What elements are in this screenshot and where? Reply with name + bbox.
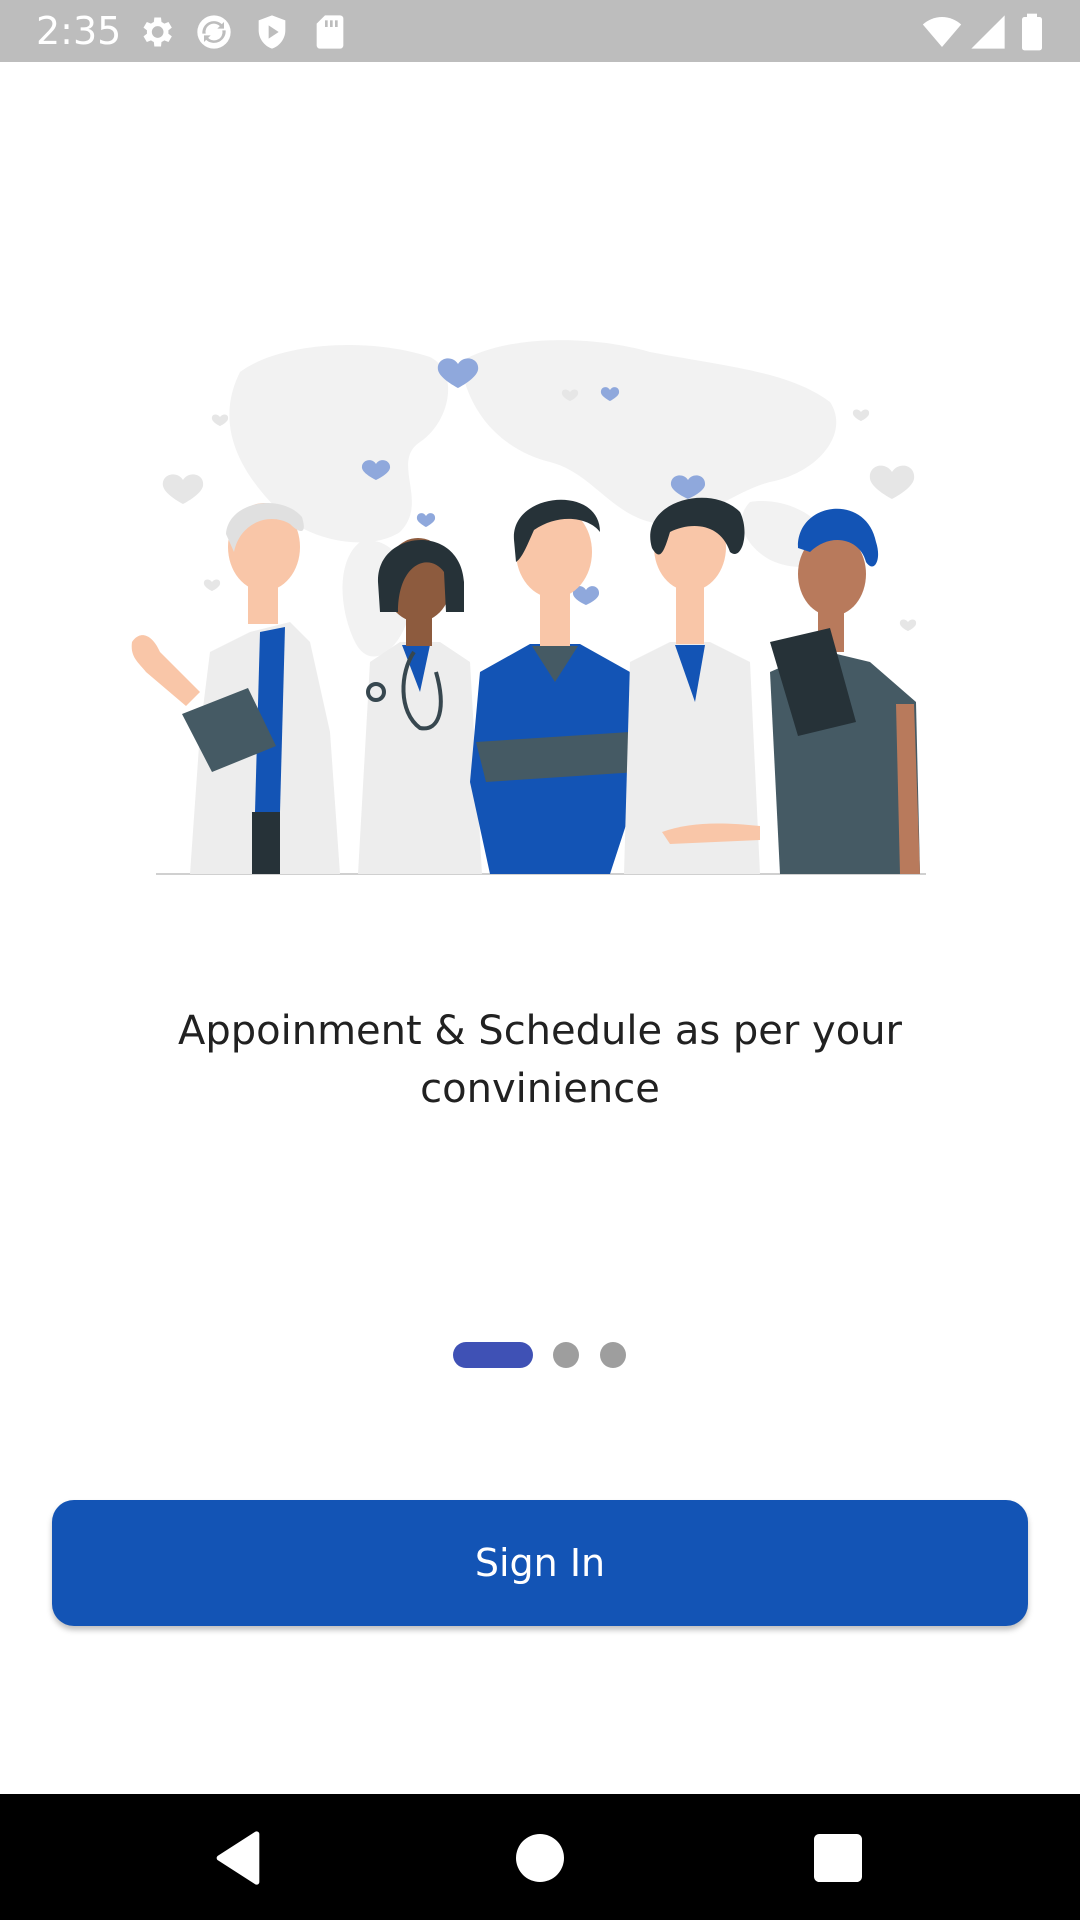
gear-icon	[143, 17, 172, 47]
page-indicator-dot[interactable]	[553, 1342, 579, 1368]
back-icon[interactable]	[206, 1826, 270, 1890]
doctor-figure-1	[131, 502, 340, 874]
page-indicator-dot[interactable]	[600, 1342, 626, 1368]
sync-icon	[197, 15, 231, 49]
world-map-shape	[229, 340, 837, 657]
sd-card-icon	[316, 15, 344, 49]
cell-signal-icon	[971, 15, 1005, 49]
doctor-figure-4	[624, 497, 760, 874]
shield-play-icon	[258, 15, 286, 49]
sign-in-button[interactable]: Sign In	[52, 1500, 1028, 1626]
page-indicator-dot-active[interactable]	[453, 1342, 533, 1368]
home-icon[interactable]	[508, 1826, 572, 1890]
recents-icon[interactable]	[806, 1826, 870, 1890]
medical-staff-illustration	[131, 340, 926, 875]
battery-icon	[1022, 13, 1042, 51]
doctor-figure-3	[470, 499, 640, 874]
onboarding-screen: Appoinment & Schedule as per your convin…	[0, 62, 1080, 1794]
wifi-icon	[922, 17, 962, 47]
system-nav-bar	[0, 1794, 1080, 1920]
page-indicator	[453, 1342, 653, 1368]
onboarding-headline: Appoinment & Schedule as per your convin…	[177, 1008, 902, 1112]
status-time: 2:35	[36, 9, 122, 53]
status-bar: 2:35	[0, 0, 1080, 62]
